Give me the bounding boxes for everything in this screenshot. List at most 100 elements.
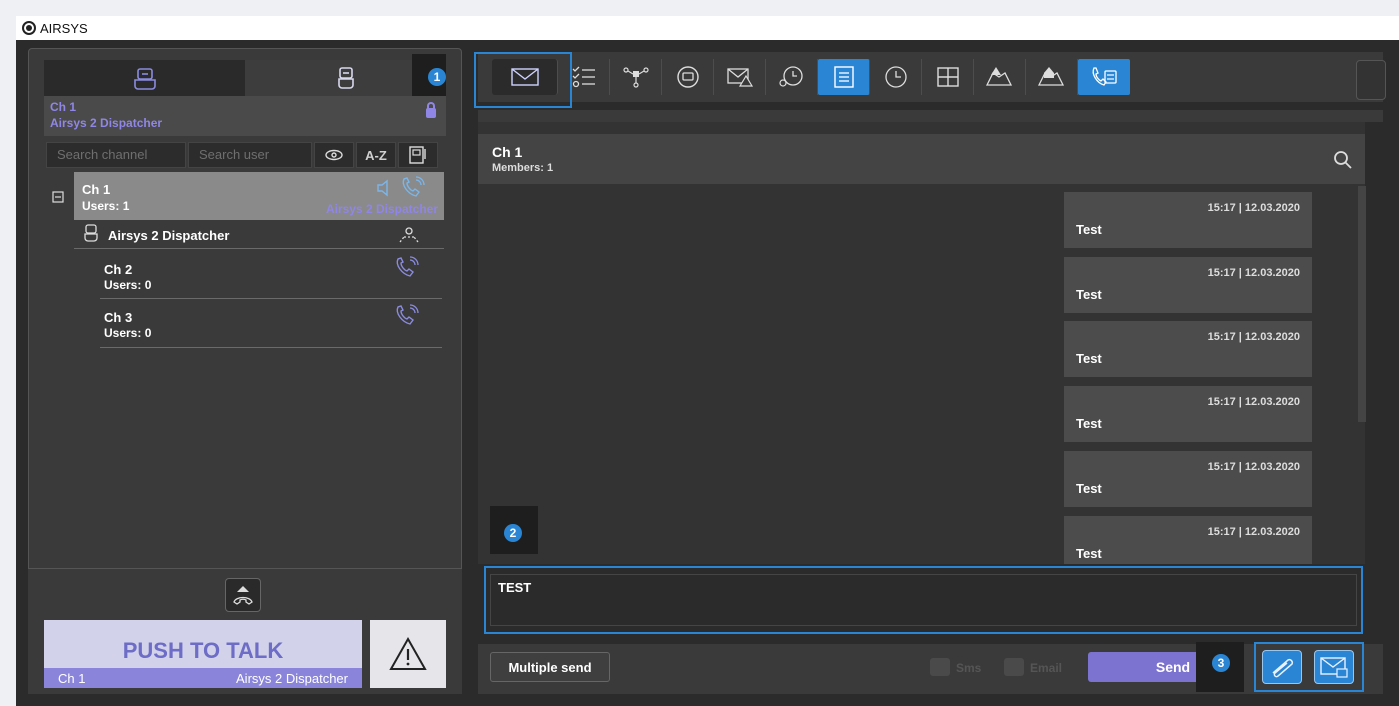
location-icon[interactable]	[398, 224, 420, 244]
tree-divider	[100, 347, 442, 348]
message-input[interactable]: TEST	[484, 566, 1363, 634]
chat-scrollbar[interactable]	[1358, 186, 1366, 422]
email-checkbox[interactable]	[1004, 658, 1024, 676]
highlight-messages-tab	[474, 52, 572, 108]
message-input-value: TEST	[498, 580, 532, 595]
user-device-icon	[84, 224, 98, 242]
speaker-icon[interactable]	[376, 178, 392, 198]
paperclip-icon	[1272, 658, 1294, 678]
toolbar-map-home-button[interactable]	[1026, 59, 1078, 95]
toolbar-history-button[interactable]	[766, 59, 818, 95]
sms-label: Sms	[956, 661, 982, 675]
visibility-button[interactable]	[314, 142, 354, 168]
message-text: Test	[1076, 481, 1102, 496]
network-icon	[622, 67, 649, 88]
collapse-toggle-icon[interactable]	[52, 190, 64, 208]
multiple-send-button[interactable]: Multiple send	[490, 652, 610, 682]
phone-dialer-icon	[1092, 67, 1117, 86]
sort-az-button[interactable]: A-Z	[356, 142, 396, 168]
toolbar-phone-button[interactable]	[1078, 59, 1130, 95]
toolbar-log-button[interactable]	[818, 59, 870, 95]
phone-eject-icon	[233, 586, 253, 605]
search-channel-input[interactable]: Search channel	[46, 142, 186, 168]
user-device-icon	[337, 67, 354, 89]
tree-item-user[interactable]: Airsys 2 Dispatcher	[74, 220, 444, 248]
toolbar-overflow-button[interactable]	[1356, 60, 1386, 100]
toolbar-network-button[interactable]	[610, 59, 662, 95]
tree-item-ch1-name: Ch 1	[82, 182, 111, 197]
message-template-button[interactable]	[1314, 650, 1354, 684]
notes-icon	[833, 66, 854, 88]
attach-button[interactable]	[1262, 650, 1302, 684]
chat-header: Ch 1 Members: 1	[478, 134, 1365, 184]
message-bubble[interactable]: 15:17 | 12.03.2020 Test	[1064, 321, 1312, 377]
checklist-icon	[572, 66, 595, 88]
tree-item-user-name: Airsys 2 Dispatcher	[108, 228, 230, 243]
chat-top-strip	[478, 110, 1383, 122]
message-bubble[interactable]: 15:17 | 12.03.2020 Test	[1064, 516, 1312, 564]
chat-title: Ch 1	[492, 144, 523, 160]
current-channel-header: Ch 1 Airsys 2 Dispatcher	[44, 96, 446, 136]
ptt-footer: Ch 1 Airsys 2 Dispatcher	[44, 668, 362, 688]
tree-item-ch1-speaker: Airsys 2 Dispatcher	[325, 202, 438, 216]
message-time: 15:17 | 12.03.2020	[1207, 331, 1300, 343]
toolbar-layout-button[interactable]	[922, 59, 974, 95]
message-time: 15:17 | 12.03.2020	[1207, 267, 1300, 279]
clock-icon	[884, 66, 907, 88]
tree-item-ch3-name: Ch 3	[104, 310, 133, 325]
call-icon[interactable]	[400, 176, 426, 198]
map-home-icon	[1037, 67, 1064, 86]
push-to-talk-button[interactable]: PUSH TO TALK Ch 1 Airsys 2 Dispatcher	[44, 620, 362, 688]
main-toolbar	[478, 52, 1383, 102]
tree-item-ch2-name: Ch 2	[104, 262, 133, 277]
current-channel-name: Ch 1	[50, 100, 77, 114]
toolbar-map-alert-button[interactable]	[974, 59, 1026, 95]
tree-item-ch3[interactable]: Ch 3 Users: 0	[100, 304, 442, 344]
message-time: 15:17 | 12.03.2020	[1207, 202, 1300, 214]
airsys-logo-icon	[22, 21, 36, 35]
envelope-badge-icon	[1320, 657, 1348, 678]
tree-item-ch2[interactable]: Ch 2 Users: 0	[100, 256, 442, 296]
current-channel-user: Airsys 2 Dispatcher	[50, 116, 163, 130]
emergency-button[interactable]	[370, 620, 446, 688]
dispatcher-filter-button[interactable]	[398, 142, 438, 168]
search-row: Search channel Search user A-Z	[46, 142, 446, 168]
callout-marker-3: 3	[1196, 642, 1244, 692]
sms-checkbox[interactable]	[930, 658, 950, 676]
lock-icon[interactable]	[426, 102, 436, 118]
left-tabs	[44, 60, 446, 96]
message-time: 15:17 | 12.03.2020	[1207, 526, 1300, 538]
title-bar: AIRSYS	[16, 16, 1399, 40]
search-icon[interactable]	[1333, 150, 1353, 170]
message-bubble[interactable]: 15:17 | 12.03.2020 Test	[1064, 257, 1312, 313]
message-text: Test	[1076, 351, 1102, 366]
toolbar-radio-button[interactable]	[662, 59, 714, 95]
message-bubble[interactable]: 15:17 | 12.03.2020 Test	[1064, 192, 1312, 248]
hangup-button[interactable]	[225, 578, 261, 612]
tree-divider	[100, 298, 442, 299]
tree-item-ch2-users: Users: 0	[104, 278, 152, 292]
message-bubble[interactable]: 15:17 | 12.03.2020 Test	[1064, 386, 1312, 442]
callout-marker-2: 2	[490, 506, 538, 554]
tree-item-ch1-users: Users: 1	[82, 199, 130, 213]
message-input-frame	[490, 574, 1357, 626]
toolbar-clock-button[interactable]	[870, 59, 922, 95]
message-text: Test	[1076, 416, 1102, 431]
message-text: Test	[1076, 546, 1102, 561]
envelope-warning-icon	[726, 68, 753, 87]
message-bubble[interactable]: 15:17 | 12.03.2020 Test	[1064, 451, 1312, 507]
channels-icon	[133, 68, 156, 90]
search-user-input[interactable]: Search user	[188, 142, 312, 168]
history-location-icon	[778, 66, 803, 87]
call-icon[interactable]	[394, 304, 420, 326]
toolbar-alert-message-button[interactable]	[714, 59, 766, 95]
tree-divider	[74, 248, 444, 249]
tree-item-ch3-users: Users: 0	[104, 326, 152, 340]
tab-channels[interactable]	[44, 60, 245, 96]
callout-badge-1: 1	[428, 68, 446, 86]
radio-device-icon	[676, 66, 699, 88]
tree-item-ch1[interactable]: Ch 1 Users: 1 Airsys 2 Dispatcher	[74, 172, 444, 220]
eye-icon	[325, 149, 343, 161]
message-time: 15:17 | 12.03.2020	[1207, 396, 1300, 408]
call-icon[interactable]	[394, 256, 420, 278]
